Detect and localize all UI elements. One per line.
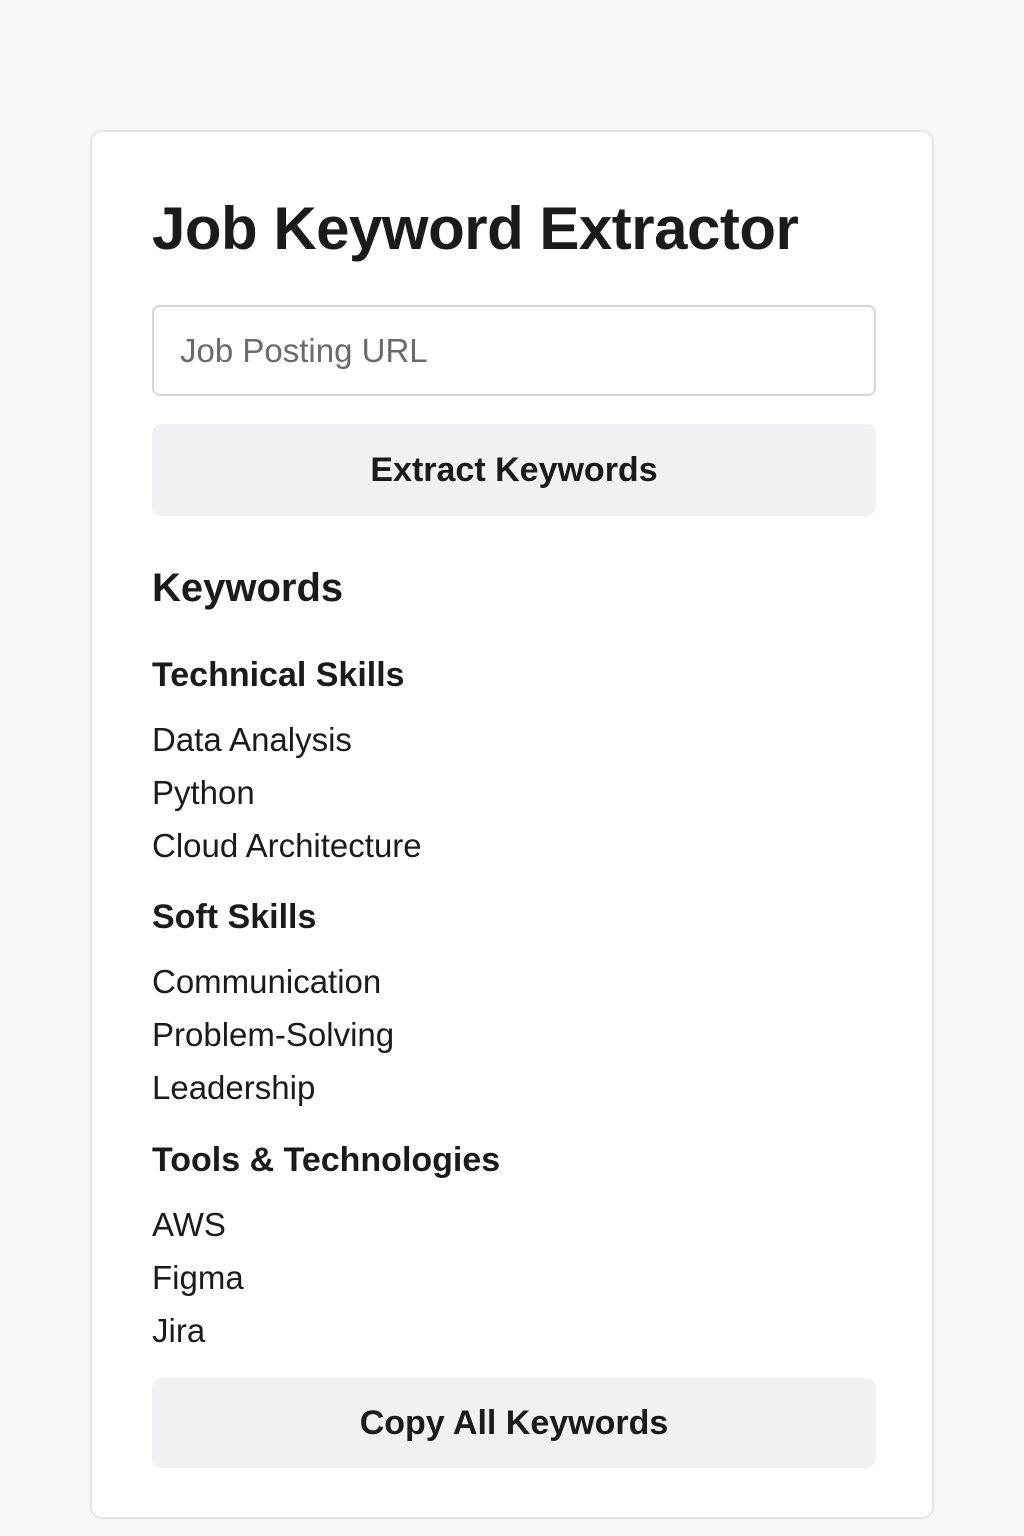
extractor-card: Job Keyword Extractor Extract Keywords K…: [90, 130, 934, 1519]
keyword-item: Figma: [152, 1259, 244, 1296]
keyword-list: Communication Problem-Solving Leadership: [152, 955, 876, 1114]
keyword-item: Python: [152, 774, 255, 811]
keyword-item: Communication: [152, 963, 382, 1000]
keyword-group-tools-technologies: Tools & Technologies AWS Figma Jira: [152, 1140, 876, 1357]
keyword-item: Problem-Solving: [152, 1016, 395, 1053]
keyword-list: Data Analysis Python Cloud Architecture: [152, 713, 876, 872]
keyword-item: AWS: [152, 1206, 226, 1243]
keyword-group-soft-skills: Soft Skills Communication Problem-Solvin…: [152, 897, 876, 1114]
copy-all-keywords-button[interactable]: Copy All Keywords: [152, 1378, 876, 1468]
extract-keywords-button[interactable]: Extract Keywords: [152, 424, 876, 516]
keyword-item: Jira: [152, 1312, 206, 1349]
keyword-item: Cloud Architecture: [152, 827, 422, 864]
job-url-input[interactable]: [152, 305, 876, 396]
keyword-group-technical-skills: Technical Skills Data Analysis Python Cl…: [152, 655, 876, 872]
group-title: Technical Skills: [152, 656, 405, 694]
group-title: Soft Skills: [152, 898, 317, 936]
keywords-heading: Keywords: [152, 566, 344, 610]
keyword-list: AWS Figma Jira: [152, 1198, 876, 1357]
keyword-item: Data Analysis: [152, 721, 352, 758]
group-title: Tools & Technologies: [152, 1141, 501, 1179]
page-title: Job Keyword Extractor: [152, 195, 799, 262]
keyword-item: Leadership: [152, 1069, 316, 1106]
